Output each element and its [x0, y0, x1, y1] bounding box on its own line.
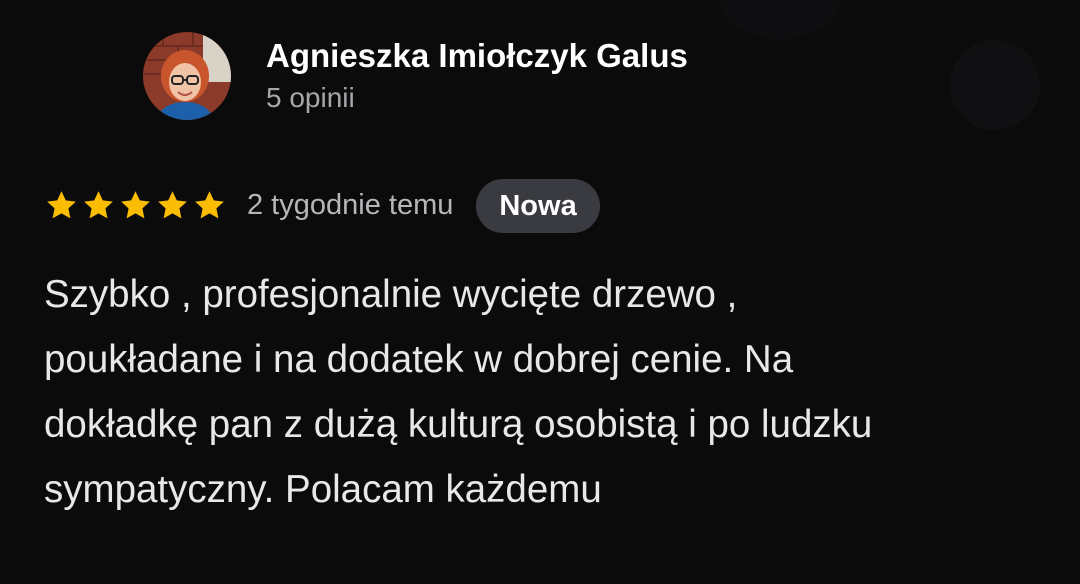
- star-icon: [155, 188, 190, 223]
- review-text-line: dokładkę pan z dużą kulturą osobistą i p…: [44, 403, 873, 446]
- avatar[interactable]: [143, 32, 231, 120]
- review-text-line: Szybko , profesjonalnie wycięte drzewo ,: [44, 273, 738, 316]
- star-icon: [118, 188, 153, 223]
- new-badge: Nowa: [476, 178, 600, 233]
- review-header: Agnieszka Imiołczyk Galus 5 opinii: [143, 32, 688, 120]
- review-text: Szybko , profesjonalnie wycięte drzewo ,…: [44, 262, 1034, 522]
- star-icon: [81, 188, 116, 223]
- star-icon: [44, 188, 79, 223]
- author-info: Agnieszka Imiołczyk Galus 5 opinii: [266, 36, 688, 116]
- star-icon: [192, 188, 227, 223]
- review-count: 5 opinii: [266, 82, 355, 113]
- review-card: Agnieszka Imiołczyk Galus 5 opinii 2 tyg…: [0, 0, 1080, 584]
- review-text-line: sympatyczny. Polacam każdemu: [44, 468, 602, 511]
- review-meta: 2 tygodnie temu Nowa: [44, 178, 600, 233]
- star-rating: [44, 188, 229, 223]
- background-shape: [720, 0, 840, 40]
- author-name[interactable]: Agnieszka Imiołczyk Galus: [266, 36, 688, 76]
- review-date: 2 tygodnie temu: [247, 189, 454, 221]
- review-text-line: poukładane i na dodatek w dobrej cenie. …: [44, 338, 794, 381]
- background-shape: [950, 40, 1040, 130]
- avatar-image: [143, 32, 231, 120]
